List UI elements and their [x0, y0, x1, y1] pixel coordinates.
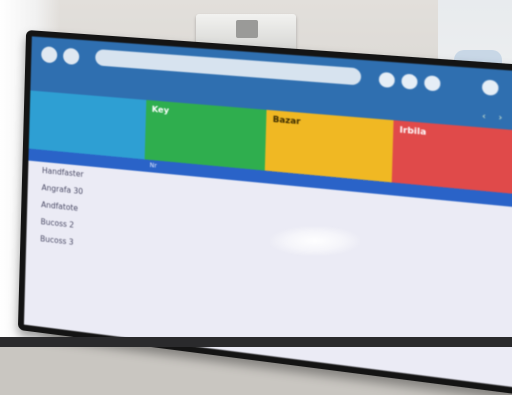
refresh-icon[interactable]: [378, 71, 395, 89]
star-icon[interactable]: [401, 73, 418, 90]
menu-icon[interactable]: [424, 75, 441, 92]
column-header[interactable]: Nr: [150, 162, 157, 170]
row-label: Bucoss 3: [40, 234, 74, 247]
mount-plate: [236, 20, 258, 38]
row-label: Handfaster: [41, 165, 84, 180]
forward-button[interactable]: [62, 47, 80, 66]
back-button[interactable]: [41, 46, 58, 64]
card-blue[interactable]: [28, 90, 146, 160]
card-title: Irbila: [399, 125, 427, 137]
row-label: Bucoss 2: [40, 217, 75, 230]
row-label: Andfatote: [40, 200, 79, 213]
prev-arrow[interactable]: ‹: [482, 111, 486, 121]
card-title: Bazar: [272, 114, 301, 127]
user-icon[interactable]: [481, 79, 499, 96]
card-line: [36, 97, 139, 106]
card-line: [36, 97, 139, 106]
row-label: Angrafa 30: [41, 182, 84, 197]
screen-glare: [270, 226, 360, 256]
card-line: [36, 97, 139, 106]
card-title: Key: [151, 104, 170, 116]
card-green[interactable]: Key: [144, 99, 267, 171]
bottom-shadow: [0, 337, 512, 347]
next-arrow[interactable]: ›: [498, 112, 502, 122]
